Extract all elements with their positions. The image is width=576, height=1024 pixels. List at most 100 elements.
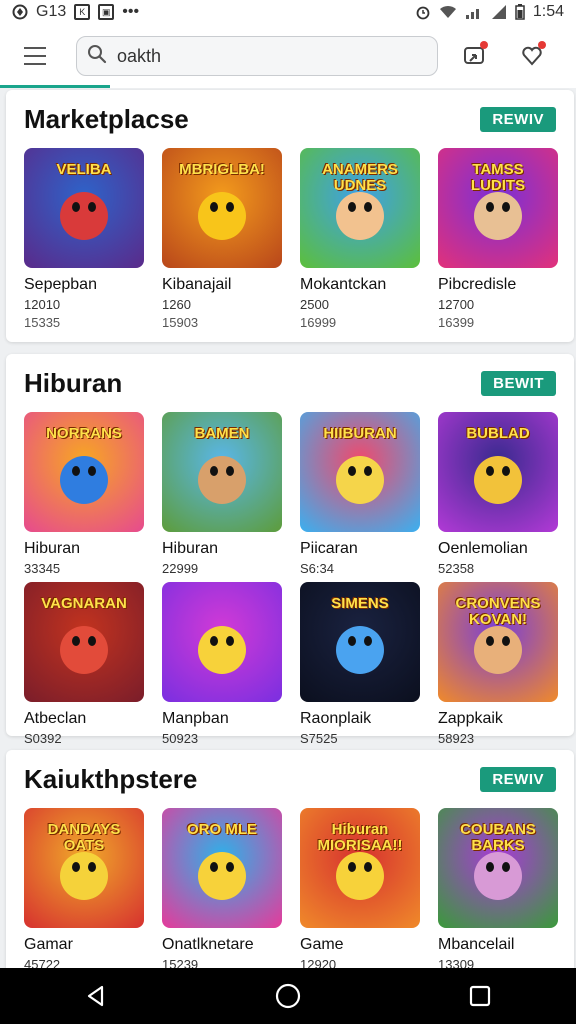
mascot-eye	[88, 466, 96, 476]
app-stat-primary: 12010	[24, 297, 61, 312]
search-bar[interactable]	[76, 36, 438, 76]
thumbnail-title-art: CRONVENS KOVAN!	[455, 595, 541, 628]
app-tile[interactable]: HIIBURAN Piicaran S6:34	[300, 412, 420, 576]
app-name: Oenlemolian	[438, 540, 528, 557]
app-tile[interactable]: COUBANS BARKS Mbancelail 13309	[438, 808, 558, 968]
app-stat-primary: S0392	[24, 731, 62, 746]
message-button[interactable]	[452, 34, 496, 78]
thumbnail-title-art: NORRANS	[46, 425, 122, 442]
app-tile[interactable]: DANDAYS OATS Gamar 45722	[24, 808, 144, 968]
mascot-eye	[72, 466, 80, 476]
app-name: Raonplaik	[300, 710, 372, 727]
mascot-eye	[210, 636, 218, 646]
mascot-character	[336, 456, 384, 504]
app-thumbnail[interactable]: DANDAYS OATS	[24, 808, 144, 928]
app-thumbnail[interactable]: Hiburan MIORISAA!!	[300, 808, 420, 928]
section-action-button[interactable]: REWIV	[480, 766, 556, 792]
section-marketplace: Marketplacse REWIV VELIBA Sepepban 12010 15…	[6, 90, 574, 342]
section-action-button[interactable]: BEWIT	[481, 370, 556, 396]
favorites-button[interactable]	[510, 34, 554, 78]
mascot-eye	[486, 636, 494, 646]
mascot-character	[474, 456, 522, 504]
signal-2-icon	[491, 5, 507, 19]
app-tile[interactable]: Manpban 50923	[162, 582, 282, 746]
app-thumbnail[interactable]: BUBLAD	[438, 412, 558, 532]
mascot-eye	[486, 466, 494, 476]
app-tile[interactable]: ORO MLE Onatlknetare 15239	[162, 808, 282, 968]
mascot-character	[60, 852, 108, 900]
app-tile[interactable]: VELIBA Sepepban 12010 15335	[24, 148, 144, 330]
app-thumbnail[interactable]: SIMENS	[300, 582, 420, 702]
mascot-eye	[88, 862, 96, 872]
thumbnail-title-art: DANDAYS OATS	[47, 821, 121, 854]
notification-k-icon: K	[74, 4, 91, 20]
tile-grid: VELIBA Sepepban 12010 15335 MBRIGLBA! Kibanaj…	[6, 148, 574, 330]
app-name: Zappkaik	[438, 710, 503, 727]
app-tile[interactable]: BUBLAD Oenlemolian 52358	[438, 412, 558, 576]
app-tile[interactable]: NORRANS Hiburan 33345	[24, 412, 144, 576]
app-stat-primary: 13309	[438, 957, 475, 968]
app-thumbnail[interactable]: TAMSS LUDITS	[438, 148, 558, 268]
home-button[interactable]	[258, 968, 318, 1024]
menu-icon[interactable]	[14, 34, 58, 78]
app-tile[interactable]: BAMEN Hiburan 22999	[162, 412, 282, 576]
mascot-character	[474, 192, 522, 240]
mascot-eye	[72, 202, 80, 212]
top-app-bar	[0, 24, 576, 88]
app-name: Piicaran	[300, 540, 358, 557]
search-input[interactable]	[117, 45, 417, 67]
app-stat-secondary: 15335	[24, 315, 61, 330]
thumbnail-title-art: MBRIGLBA!	[179, 161, 265, 178]
mascot-eye	[210, 202, 218, 212]
mascot-character	[198, 626, 246, 674]
app-tile[interactable]: TAMSS LUDITS Pibcredisle 12700 16399	[438, 148, 558, 330]
thumbnail-title-art: SIMENS	[331, 595, 389, 612]
sync-icon	[12, 4, 28, 20]
mascot-eye	[210, 862, 218, 872]
mascot-eye	[348, 636, 356, 646]
battery-icon	[515, 4, 525, 20]
app-thumbnail[interactable]: ORO MLE	[162, 808, 282, 928]
signal-icon	[465, 5, 483, 19]
app-tile[interactable]: SIMENS Raonplaik S7525	[300, 582, 420, 746]
app-stat-primary: S7525	[300, 731, 338, 746]
app-thumbnail[interactable]: COUBANS BARKS	[438, 808, 558, 928]
thumbnail-title-art: BAMEN	[194, 425, 250, 442]
back-button[interactable]	[66, 968, 126, 1024]
app-tile[interactable]: ANAMERS UDNES Mokantckan 2500 16999	[300, 148, 420, 330]
app-thumbnail[interactable]: VELIBA	[24, 148, 144, 268]
mascot-eye	[88, 636, 96, 646]
app-tile[interactable]: MBRIGLBA! Kibanajail 1260 15903	[162, 148, 282, 330]
app-tile[interactable]: Hiburan MIORISAA!! Game 12920	[300, 808, 420, 968]
app-thumbnail[interactable]: BAMEN	[162, 412, 282, 532]
app-thumbnail[interactable]: NORRANS	[24, 412, 144, 532]
app-tile[interactable]: CRONVENS KOVAN! Zappkaik 58923	[438, 582, 558, 746]
status-bar: G13 K ▣ ••• 1:54	[0, 0, 576, 24]
thumbnail-title-art: HIIBURAN	[323, 425, 397, 442]
section-kaiukthpstere: Kaiukthpstere REWIV DANDAYS OATS Gamar 457…	[6, 750, 574, 968]
app-thumbnail[interactable]: MBRIGLBA!	[162, 148, 282, 268]
section-title: Kaiukthpstere	[24, 763, 198, 794]
mascot-eye	[348, 862, 356, 872]
mascot-character	[60, 192, 108, 240]
section-hiburan: Hiburan BEWIT NORRANS Hiburan 33345 BAMEN Hi…	[6, 354, 574, 746]
mascot-character	[336, 626, 384, 674]
thumbnail-title-art: Hiburan MIORISAA!!	[317, 821, 403, 854]
section-title: Marketplacse	[24, 103, 189, 134]
app-thumbnail[interactable]: ANAMERS UDNES	[300, 148, 420, 268]
app-tile[interactable]: VAGNARAN Atbeclan S0392	[24, 582, 144, 746]
system-navigation-bar	[0, 968, 576, 1024]
app-stat-primary: 45722	[24, 957, 61, 968]
mascot-eye	[348, 202, 356, 212]
thumbnail-title-art: VAGNARAN	[41, 595, 127, 612]
recents-button[interactable]	[450, 968, 510, 1024]
app-thumbnail[interactable]: CRONVENS KOVAN!	[438, 582, 558, 702]
section-action-button[interactable]: REWIV	[480, 106, 556, 132]
app-thumbnail[interactable]: HIIBURAN	[300, 412, 420, 532]
mascot-eye	[502, 202, 510, 212]
app-stat-primary: 33345	[24, 561, 61, 576]
app-name: Manpban	[162, 710, 229, 727]
app-thumbnail[interactable]	[162, 582, 282, 702]
app-thumbnail[interactable]: VAGNARAN	[24, 582, 144, 702]
alarm-icon	[415, 4, 431, 20]
